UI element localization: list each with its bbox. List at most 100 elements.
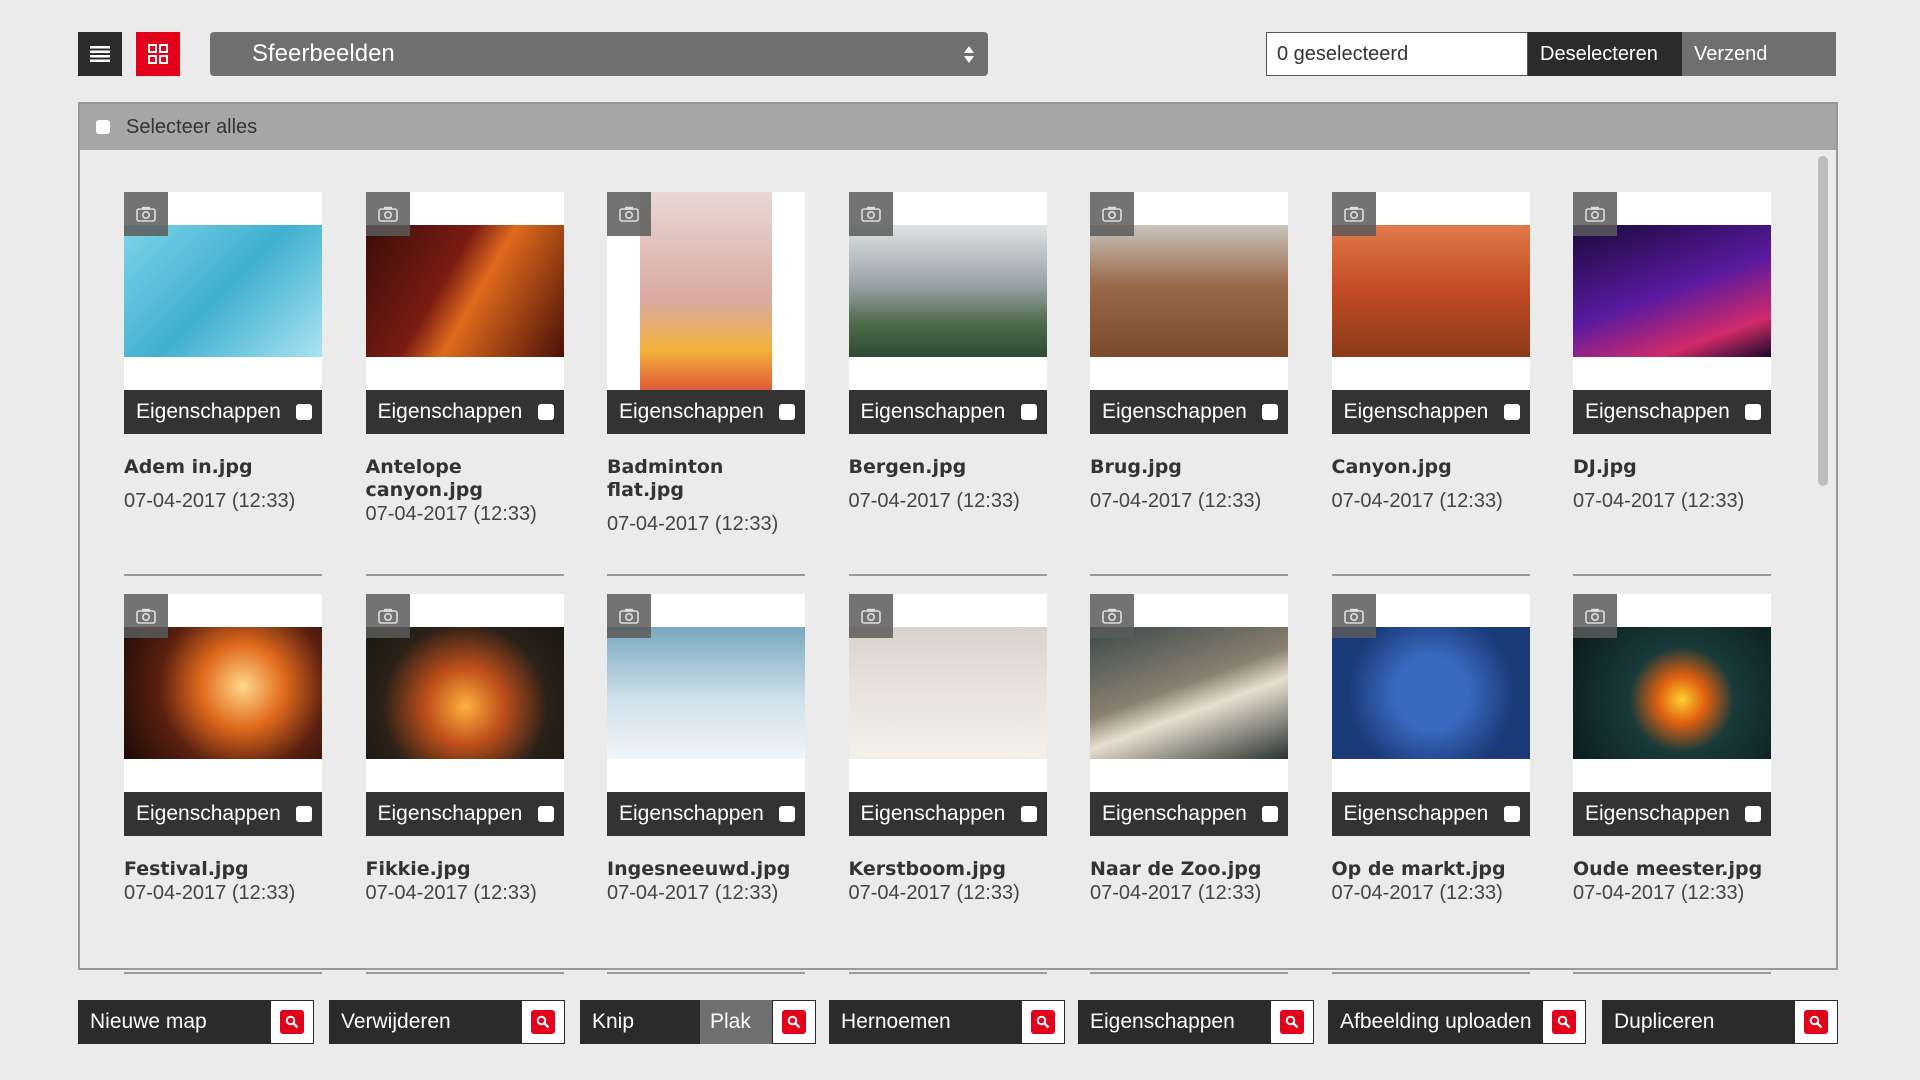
file-tile[interactable]: Eigenschappen DJ.jpg 07-04-2017 (12:33)	[1573, 192, 1771, 594]
file-tile[interactable]: Eigenschappen Ingesneeuwd.jpg 07-04-2017 (…	[607, 594, 805, 974]
thumbnail[interactable]	[1331, 594, 1530, 792]
file-checkbox[interactable]	[1745, 404, 1761, 420]
properties-bar[interactable]: Eigenschappen	[1331, 390, 1530, 434]
file-date: 07-04-2017 (12:33)	[607, 882, 779, 904]
file-tile[interactable]: Eigenschappen Canyon.jpg 07-04-2017 (12:33…	[1331, 192, 1530, 594]
tile-divider	[1573, 972, 1771, 974]
magnifier-icon	[1542, 1000, 1586, 1044]
properties-label: Eigenschappen	[377, 802, 523, 825]
festival-photo	[124, 627, 322, 759]
scroll-thumb[interactable]	[1818, 156, 1828, 486]
properties-bar[interactable]: Eigenschappen	[1090, 792, 1288, 836]
file-checkbox[interactable]	[1503, 404, 1520, 420]
file-tile[interactable]: Eigenschappen Naar de Zoo.jpg 07-04-2017 (…	[1090, 594, 1288, 974]
file-checkbox[interactable]	[537, 404, 554, 420]
tile-divider	[607, 972, 805, 974]
properties-bar[interactable]: Eigenschappen	[365, 792, 564, 836]
properties-button[interactable]: Eigenschappen	[1078, 1000, 1314, 1044]
file-panel: Selecteer alles Eigenschappen Adem in.jpg…	[78, 102, 1838, 974]
file-name: Oude meester.jpg	[1573, 858, 1763, 880]
thumbnail[interactable]	[365, 192, 564, 390]
file-tile[interactable]: Eigenschappen Kerstboom.jpg 07-04-2017 (12…	[848, 594, 1047, 974]
file-name: Fikkie.jpg	[365, 858, 471, 880]
file-checkbox[interactable]	[779, 806, 795, 822]
file-tile[interactable]: Eigenschappen Antelope canyon.jpg 07-04-20…	[365, 192, 564, 594]
file-checkbox[interactable]	[779, 404, 795, 420]
thumbnail[interactable]	[1090, 594, 1288, 792]
camera-icon	[124, 594, 168, 638]
properties-bar[interactable]: Eigenschappen	[1573, 390, 1771, 434]
file-name: Naar de Zoo.jpg	[1090, 858, 1262, 880]
camera-icon	[1573, 192, 1617, 236]
file-checkbox[interactable]	[1020, 806, 1037, 822]
thumbnail[interactable]	[124, 594, 322, 792]
thumbnail[interactable]	[607, 594, 805, 792]
file-date: 07-04-2017 (12:33)	[1090, 490, 1262, 512]
scrollbar[interactable]	[1818, 156, 1828, 962]
thumbnail[interactable]	[1573, 594, 1771, 792]
thumbnail[interactable]	[607, 192, 805, 390]
properties-bar[interactable]: Eigenschappen	[124, 390, 322, 434]
bridge-photo	[1090, 225, 1288, 357]
properties-bar[interactable]: Eigenschappen	[1331, 792, 1530, 836]
thumbnail[interactable]	[848, 594, 1047, 792]
thumbnail[interactable]	[124, 192, 322, 390]
folder-select[interactable]: Sfeerbeelden	[210, 32, 988, 76]
delete-button[interactable]: Verwijderen	[329, 1000, 565, 1044]
file-date: 07-04-2017 (12:33)	[124, 490, 296, 512]
file-tile[interactable]: Eigenschappen Bergen.jpg 07-04-2017 (12:33…	[848, 192, 1047, 594]
file-tile[interactable]: Eigenschappen Badminton flat.jpg 07-04-201…	[607, 192, 805, 594]
thumbnail[interactable]	[848, 192, 1047, 390]
file-tile[interactable]: Eigenschappen Fikkie.jpg 07-04-2017 (12:33…	[365, 594, 564, 974]
file-checkbox[interactable]	[1503, 806, 1520, 822]
select-all-label[interactable]: Selecteer alles	[126, 116, 257, 139]
properties-bar[interactable]: Eigenschappen	[365, 390, 564, 434]
list-view-button[interactable]	[78, 32, 122, 76]
select-all-checkbox[interactable]	[96, 120, 110, 134]
thumbnail[interactable]	[365, 594, 564, 792]
deselect-button[interactable]: Deselecteren	[1528, 32, 1682, 76]
cut-button[interactable]: Knip	[580, 1000, 816, 1044]
upload-image-button[interactable]: Afbeelding uploaden	[1328, 1000, 1586, 1044]
properties-bar[interactable]: Eigenschappen	[848, 792, 1047, 836]
file-name: Op de markt.jpg	[1331, 858, 1506, 880]
file-checkbox[interactable]	[296, 404, 312, 420]
properties-label: Eigenschappen	[619, 802, 764, 825]
properties-bar[interactable]: Eigenschappen	[607, 390, 805, 434]
magnifier-icon	[1794, 1000, 1838, 1044]
paste-button[interactable]: Plak	[700, 1000, 772, 1044]
properties-bar[interactable]: Eigenschappen	[1573, 792, 1771, 836]
file-checkbox[interactable]	[537, 806, 554, 822]
thumbnail[interactable]	[1090, 192, 1288, 390]
file-checkbox[interactable]	[296, 806, 312, 822]
properties-label: Eigenschappen	[1102, 802, 1247, 825]
file-date: 07-04-2017 (12:33)	[1573, 882, 1745, 904]
file-tile[interactable]: Eigenschappen Festival.jpg 07-04-2017 (12:…	[124, 594, 322, 974]
file-checkbox[interactable]	[1262, 404, 1278, 420]
rename-button[interactable]: Hernoemen	[829, 1000, 1065, 1044]
properties-label: Eigenschappen	[377, 400, 523, 423]
file-checkbox[interactable]	[1020, 404, 1037, 420]
file-tile[interactable]: Eigenschappen Oude meester.jpg 07-04-2017 …	[1573, 594, 1771, 974]
file-tile[interactable]: Eigenschappen Brug.jpg 07-04-2017 (12:33)	[1090, 192, 1288, 594]
properties-bar[interactable]: Eigenschappen	[124, 792, 322, 836]
file-name: Badminton flat.jpg	[607, 456, 724, 501]
file-tile[interactable]: Eigenschappen Adem in.jpg 07-04-2017 (12:3…	[124, 192, 322, 594]
new-folder-button[interactable]: Nieuwe map	[78, 1000, 314, 1044]
file-checkbox[interactable]	[1262, 806, 1278, 822]
file-checkbox[interactable]	[1745, 806, 1761, 822]
tile-divider	[1331, 972, 1530, 974]
thumbnail[interactable]	[1573, 192, 1771, 390]
file-tile[interactable]: Eigenschappen Op de markt.jpg 07-04-2017 (…	[1331, 594, 1530, 974]
properties-bar[interactable]: Eigenschappen	[1090, 390, 1288, 434]
panel-header: Selecteer alles	[80, 104, 1836, 150]
send-button[interactable]: Verzend	[1682, 32, 1836, 76]
snow-photo	[607, 627, 805, 759]
properties-bar[interactable]: Eigenschappen	[848, 390, 1047, 434]
tile-divider	[1090, 574, 1288, 576]
tile-divider	[1331, 574, 1530, 576]
properties-bar[interactable]: Eigenschappen	[607, 792, 805, 836]
grid-view-button[interactable]	[136, 32, 180, 76]
thumbnail[interactable]	[1331, 192, 1530, 390]
duplicate-button[interactable]: Dupliceren	[1602, 1000, 1838, 1044]
